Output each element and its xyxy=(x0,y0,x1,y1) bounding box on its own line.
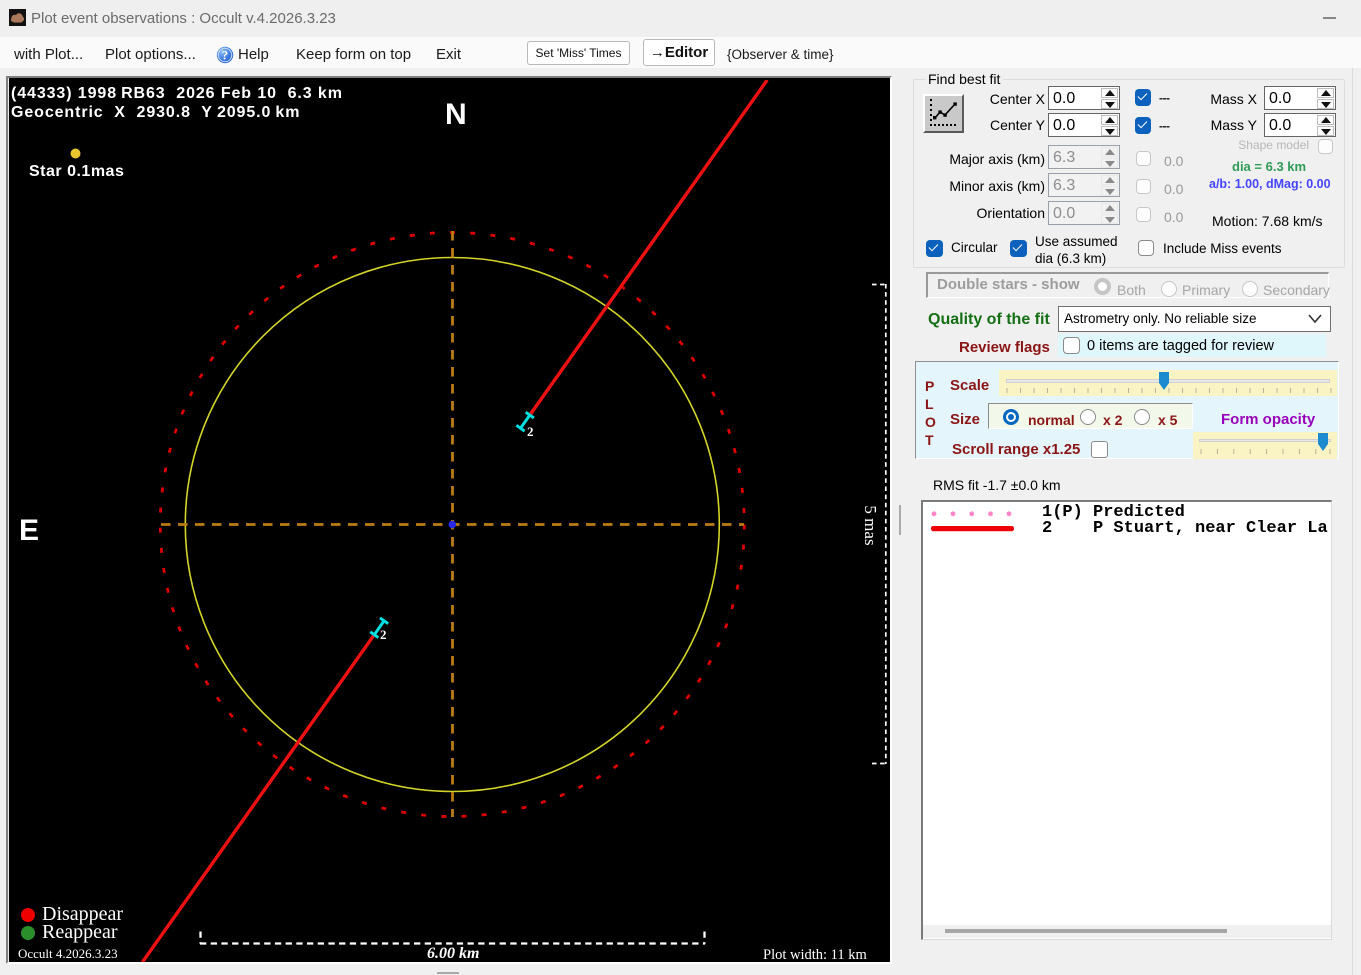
svg-text:?: ? xyxy=(222,49,228,63)
